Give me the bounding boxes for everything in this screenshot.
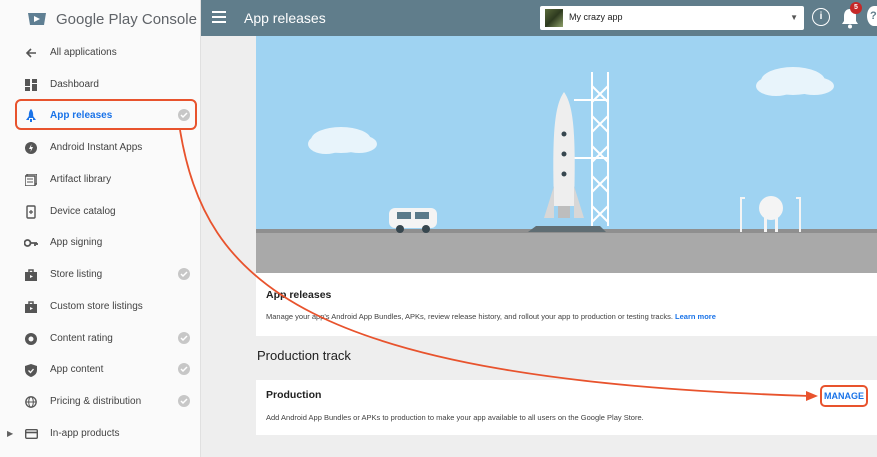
chevron-down-icon: ▼ (790, 13, 798, 22)
sidebar-item-label: App signing (50, 237, 103, 248)
app-selector[interactable]: My crazy app ▼ (540, 6, 804, 30)
rating-icon (24, 332, 38, 346)
brand[interactable]: Google Play Console (0, 0, 200, 38)
sidebar-item-app-signing[interactable]: App signing (0, 226, 200, 258)
sidebar-item-label: Device catalog (50, 206, 116, 217)
globe-icon (24, 395, 38, 409)
check-icon (178, 268, 190, 280)
sidebar-item-label: In-app products (50, 428, 120, 439)
check-icon (178, 363, 190, 375)
sidebar-item-app-content[interactable]: App content (0, 353, 200, 385)
page-title: App releases (244, 10, 326, 26)
manage-button[interactable]: MANAGE (820, 385, 868, 407)
card-title: Production (266, 389, 322, 401)
app-thumbnail (545, 9, 563, 27)
help-icon[interactable]: ? (867, 6, 877, 26)
production-card: Production Add Android App Bundles or AP… (256, 380, 877, 435)
sidebar-item-label: Content rating (50, 333, 113, 344)
info-icon[interactable]: i (812, 8, 830, 26)
play-console-logo-icon (28, 13, 46, 25)
notification-badge: 5 (850, 2, 862, 14)
app-name: My crazy app (569, 12, 623, 22)
brand-title: Google Play Console (56, 10, 197, 28)
sidebar-item-in-app-products[interactable]: ▶ In-app products (0, 417, 200, 449)
sidebar-item-label: Dashboard (50, 79, 99, 90)
rocket-launch-illustration (256, 36, 877, 273)
sidebar-item-content-rating[interactable]: Content rating (0, 322, 200, 354)
sidebar-item-label: Android Instant Apps (50, 142, 143, 153)
store-icon (24, 268, 38, 282)
learn-more-link[interactable]: Learn more (675, 312, 716, 321)
check-icon (178, 395, 190, 407)
expand-arrow-icon[interactable]: ▶ (7, 429, 13, 438)
sidebar: Google Play Console All applications Das… (0, 0, 201, 457)
sidebar-item-device-catalog[interactable]: Device catalog (0, 195, 200, 227)
sidebar-item-label: Custom store listings (50, 301, 143, 312)
dashboard-icon (24, 78, 38, 92)
card-description: Manage your app's Android App Bundles, A… (266, 312, 716, 321)
sidebar-item-artifact-library[interactable]: Artifact library (0, 163, 200, 195)
sidebar-item-label: App content (50, 364, 104, 375)
instant-apps-icon (24, 141, 38, 155)
app-releases-highlight (15, 99, 197, 130)
card-description: Add Android App Bundles or APKs to produ… (266, 413, 644, 422)
section-title: Production track (257, 348, 351, 363)
sidebar-item-dashboard[interactable]: Dashboard (0, 68, 200, 100)
shield-icon (24, 363, 38, 377)
app-releases-card: App releases Manage your app's Android A… (256, 36, 877, 336)
device-icon (24, 205, 38, 219)
sidebar-item-label: Pricing & distribution (50, 396, 142, 407)
sidebar-item-store-listing[interactable]: Store listing (0, 258, 200, 290)
sidebar-item-all-applications[interactable]: All applications (0, 36, 200, 68)
hamburger-menu-icon[interactable] (212, 11, 226, 23)
sidebar-item-label: Store listing (50, 269, 103, 280)
card-title: App releases (266, 289, 332, 301)
sidebar-item-label: All applications (50, 47, 117, 58)
store-icon (24, 300, 38, 314)
check-icon (178, 332, 190, 344)
description-text: Manage your app's Android App Bundles, A… (266, 312, 673, 321)
top-bar: App releases My crazy app ▼ i 5 ? (201, 0, 877, 36)
library-icon (24, 173, 38, 187)
sidebar-item-custom-store-listings[interactable]: Custom store listings (0, 290, 200, 322)
sidebar-item-label: Artifact library (50, 174, 112, 185)
key-icon (24, 236, 38, 250)
credit-card-icon (24, 427, 38, 441)
sidebar-item-pricing-distribution[interactable]: Pricing & distribution (0, 385, 200, 417)
back-arrow-icon (24, 46, 38, 60)
sidebar-item-android-instant-apps[interactable]: Android Instant Apps (0, 131, 200, 163)
